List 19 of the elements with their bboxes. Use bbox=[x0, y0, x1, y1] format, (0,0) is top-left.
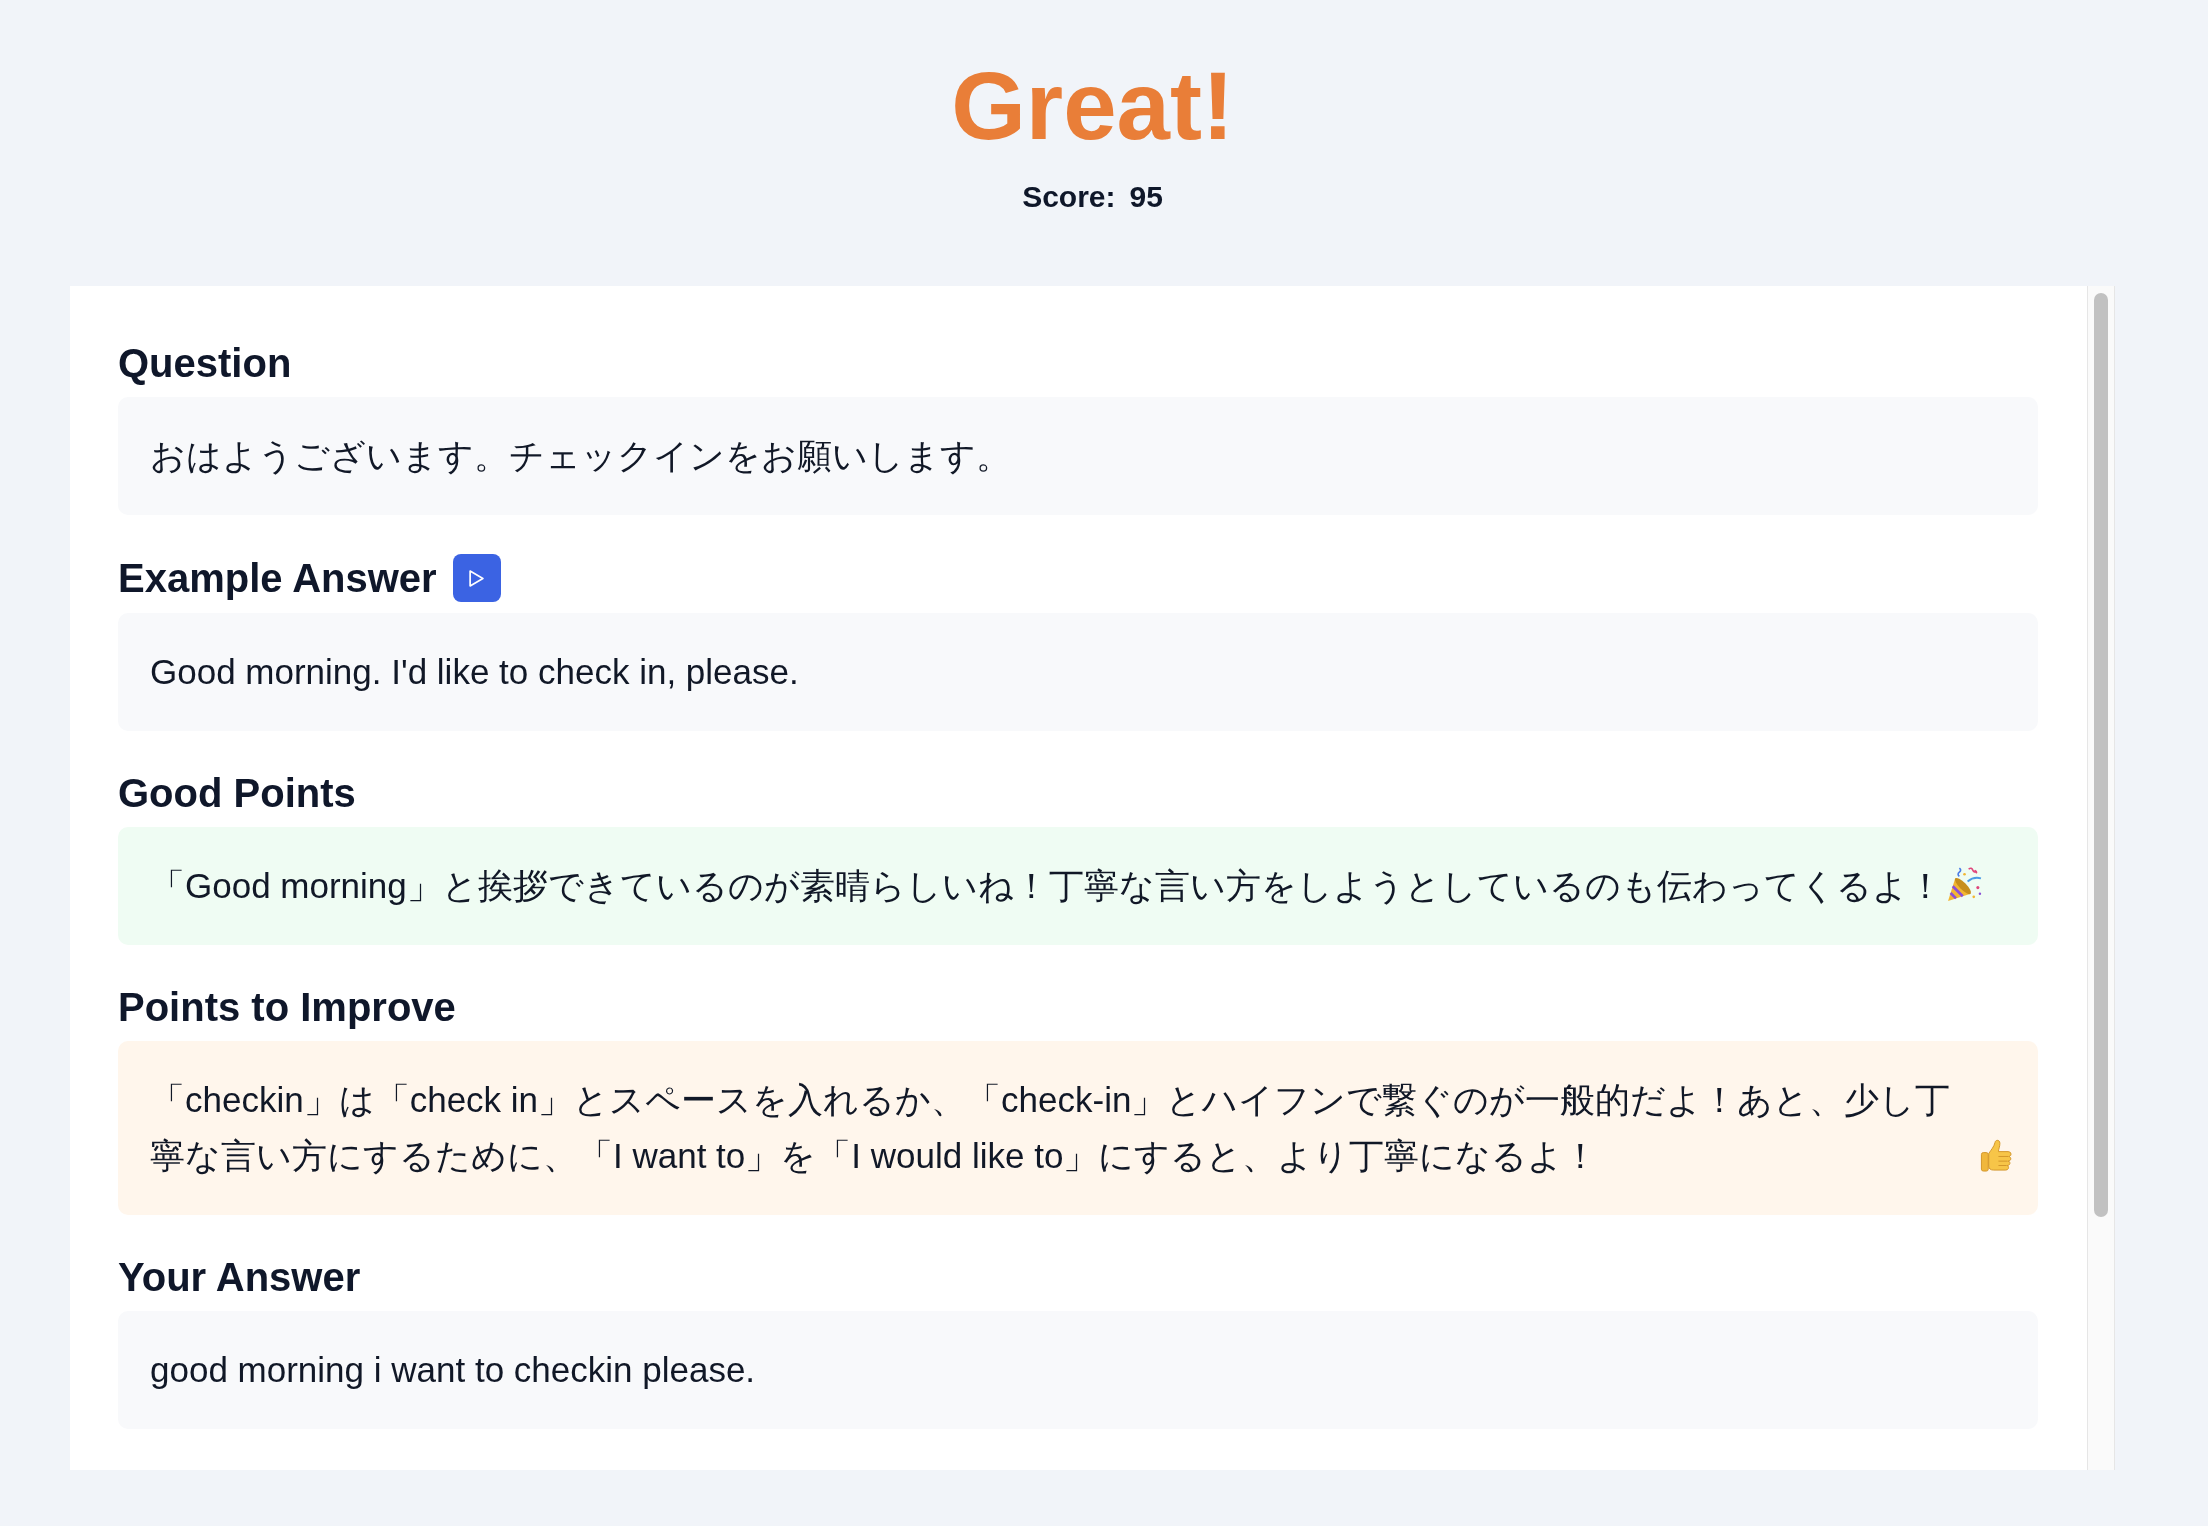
section-heading: Good Points bbox=[118, 770, 356, 816]
section-text: おはようございます。チェックインをお願いします。 bbox=[150, 435, 1011, 477]
section-text: good morning i want to checkin please. bbox=[150, 1349, 756, 1391]
scrollbar[interactable] bbox=[2087, 286, 2115, 1470]
section-text: Good morning. I'd like to check in, please. bbox=[150, 651, 799, 693]
score-value: 95 bbox=[1129, 179, 1163, 215]
section-heading: Your Answer bbox=[118, 1254, 361, 1300]
play-icon bbox=[469, 569, 485, 587]
section-text: 「checkin」は「check in」とスペースを入れるか、「check-in」とハイフンで繋ぐのが一般的だよ！あと、少し丁寧な言い方にするために、「I want to」を「I would like to」にすると、より丁寧になるよ！ bbox=[150, 1079, 1952, 1177]
section-heading: Question bbox=[118, 340, 292, 386]
party-popper-icon bbox=[1945, 866, 1983, 903]
thumbs-up-icon bbox=[1979, 1138, 2014, 1173]
score-label: Score: bbox=[1022, 179, 1116, 215]
section-heading: Points to Improve bbox=[118, 984, 456, 1030]
section-heading: Example Answer bbox=[118, 555, 437, 601]
result-title: Great! bbox=[951, 51, 1234, 161]
scrollbar-thumb[interactable] bbox=[2094, 293, 2108, 1218]
section-text: 「Good morning」と挨拶できているのが素晴らしいね！丁寧な言い方をしようとしているのも伝わってくるよ！ bbox=[150, 865, 1943, 907]
play-button[interactable] bbox=[452, 554, 501, 602]
